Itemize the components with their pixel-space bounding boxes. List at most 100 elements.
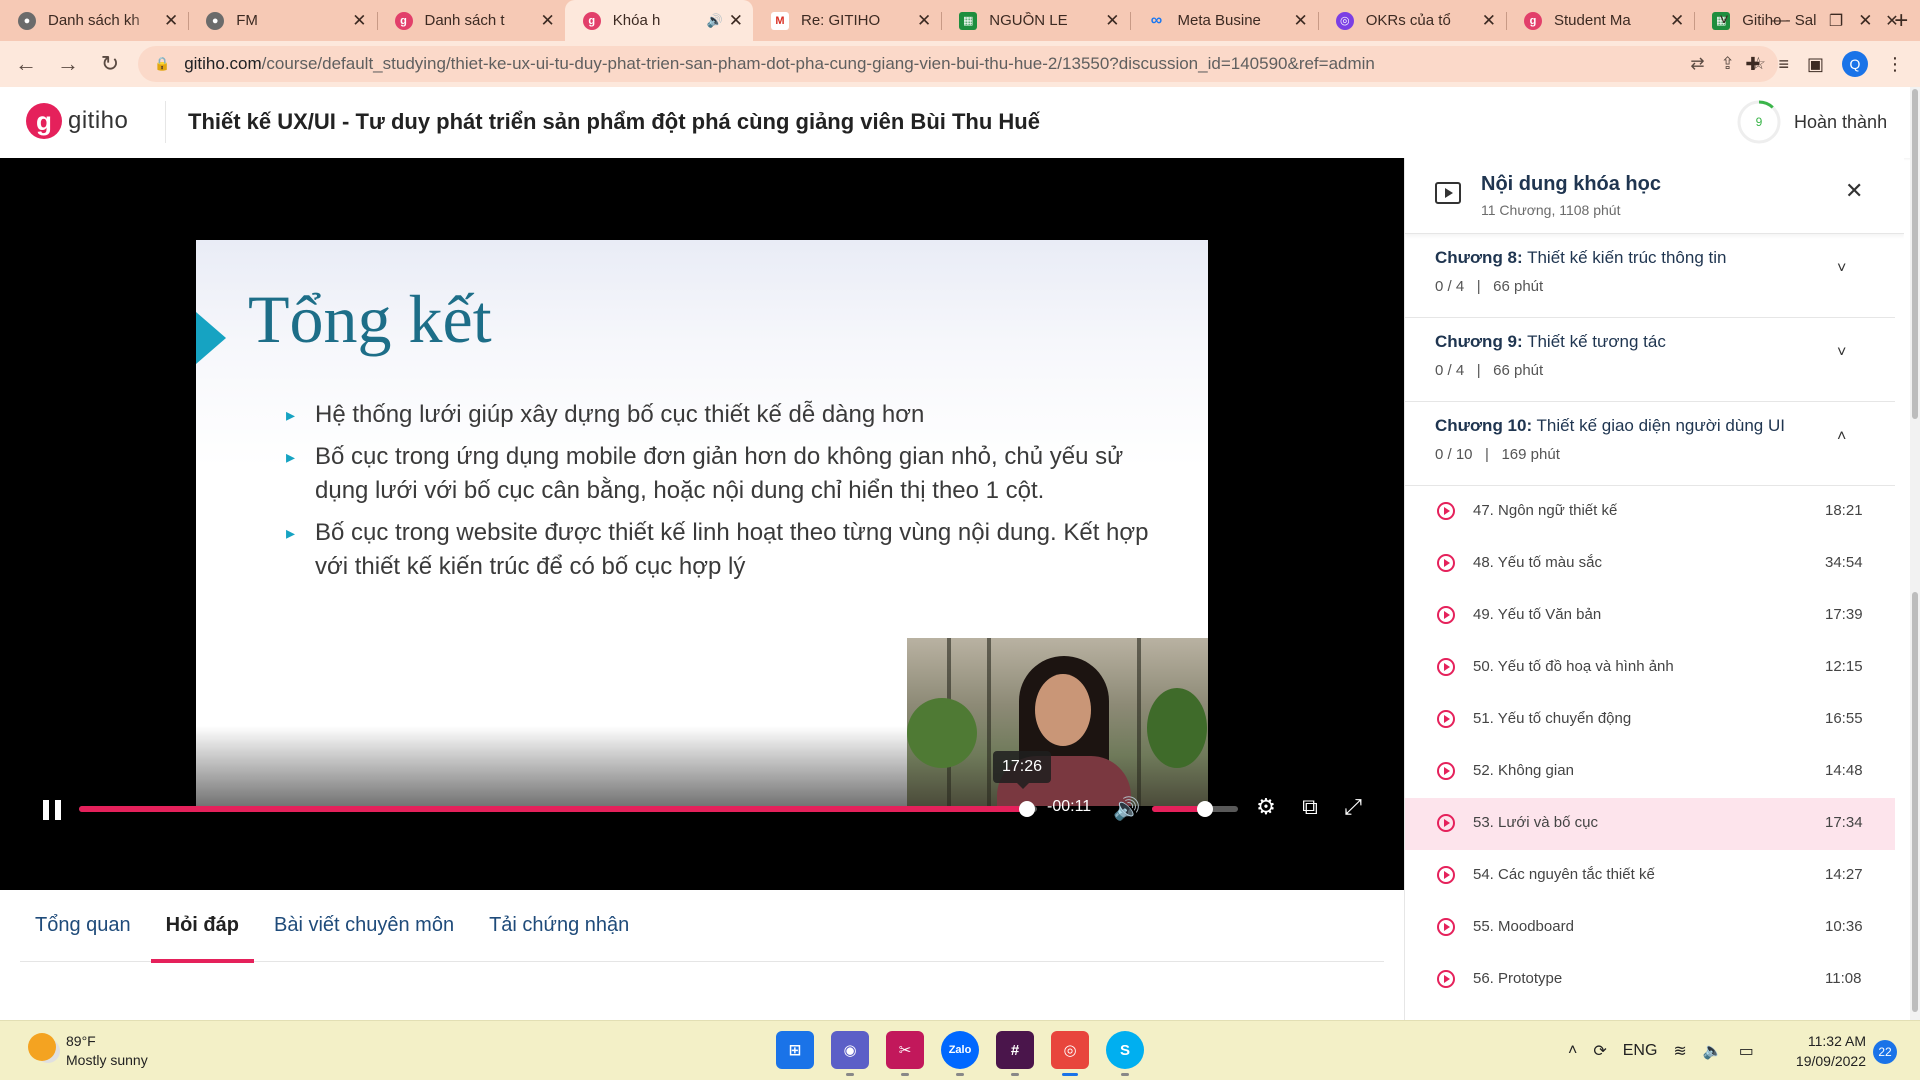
windows-start-icon[interactable]: ⊞: [776, 1031, 814, 1069]
settings-gear-icon[interactable]: ⚙: [1252, 793, 1280, 821]
browser-tab[interactable]: ● FM ✕: [188, 0, 376, 41]
battery-icon[interactable]: ▭: [1739, 1041, 1754, 1061]
browser-tab[interactable]: M Re: GITIHO ✕: [753, 0, 941, 41]
tab-close-icon[interactable]: ✕: [1482, 11, 1496, 31]
browser-tab[interactable]: ▦ NGUỒN LE ✕: [941, 0, 1129, 41]
chrome-icon[interactable]: ◎: [1051, 1031, 1089, 1076]
snipping-tool-icon[interactable]: ✂: [886, 1031, 924, 1076]
window-close-icon[interactable]: ✕: [1864, 0, 1920, 41]
wifi-icon[interactable]: ≋: [1673, 1041, 1686, 1061]
notification-badge[interactable]: 22: [1873, 1040, 1897, 1064]
forward-arrow-icon[interactable]: →: [48, 44, 88, 84]
address-bar[interactable]: 🔒 gitiho.com/course/default_studying/thi…: [138, 46, 1778, 82]
reload-icon[interactable]: ↻: [90, 44, 130, 84]
chapter-meta: 0 / 4 | 66 phút: [1435, 362, 1543, 379]
tab-title: Danh sách kh: [48, 12, 140, 29]
sidebar-scrollbar-thumb[interactable]: [1912, 592, 1918, 1012]
tab-download-certificate[interactable]: Tải chứng nhận: [474, 890, 644, 961]
browser-tab[interactable]: g Khóa h 🔊 ✕: [564, 0, 753, 41]
gitiho-logo[interactable]: g gitiho: [26, 103, 128, 139]
browser-tab[interactable]: g Danh sách t ✕: [376, 0, 565, 41]
logo-text: gitiho: [68, 107, 129, 134]
page-scrollbar[interactable]: [1910, 87, 1920, 1020]
video-player[interactable]: Tổng kết Hệ thống lưới giúp xây dựng bố …: [0, 158, 1404, 890]
speaker-icon[interactable]: 🔈: [1703, 1041, 1723, 1061]
pause-icon[interactable]: [41, 797, 63, 823]
lesson-title: 54. Các nguyên tắc thiết kế: [1473, 866, 1655, 883]
minimize-icon[interactable]: —: [1752, 0, 1808, 41]
fullscreen-icon[interactable]: ⤢: [1339, 793, 1367, 821]
lesson-item[interactable]: 55. Moodboard 10:36: [1405, 902, 1895, 954]
tab-title: FM: [236, 12, 258, 29]
chevron-up-icon[interactable]: ˄: [1837, 428, 1846, 446]
seek-bar[interactable]: [79, 801, 1037, 817]
course-progress-ring[interactable]: 9: [1736, 99, 1782, 145]
tab-close-icon[interactable]: ✕: [1294, 11, 1308, 31]
browser-tab[interactable]: ● Danh sách kh ✕: [0, 0, 188, 41]
app-label: ⊞: [788, 1042, 802, 1059]
chapter-9[interactable]: Chương 9: Thiết kế tương tác 0 / 4 | 66 …: [1405, 318, 1895, 402]
tab-overview[interactable]: Tổng quan: [20, 890, 146, 961]
browser-tab[interactable]: ∞ Meta Busine ✕: [1129, 0, 1318, 41]
extensions-puzzle-icon[interactable]: ✚: [1745, 54, 1760, 75]
tab-close-icon[interactable]: ✕: [917, 11, 931, 31]
chapter-name: Thiết kế tương tác: [1527, 332, 1666, 351]
tab-qa[interactable]: Hỏi đáp: [150, 890, 255, 963]
lesson-item[interactable]: 54. Các nguyên tắc thiết kế 14:27: [1405, 850, 1895, 902]
lesson-item[interactable]: 49. Yếu tố Văn bản 17:39: [1405, 590, 1895, 642]
browser-tab[interactable]: ◎ OKRs của tổ ✕: [1317, 0, 1506, 41]
tab-expert-articles[interactable]: Bài viết chuyên môn: [259, 890, 469, 961]
lesson-item[interactable]: 47. Ngôn ngữ thiết kế 18:21: [1405, 486, 1895, 538]
lesson-item[interactable]: 51. Yếu tố chuyển động 16:55: [1405, 694, 1895, 746]
profile-avatar[interactable]: Q: [1842, 51, 1868, 77]
chapter-duration: 66 phút: [1493, 278, 1544, 295]
chrome-menu-icon[interactable]: ⋮: [1886, 54, 1904, 75]
browser-tab[interactable]: g Student Ma ✕: [1506, 0, 1694, 41]
lock-icon[interactable]: 🔒: [154, 56, 170, 72]
chapter-10[interactable]: Chương 10: Thiết kế giao diện người dùng…: [1405, 402, 1895, 486]
side-panel-icon[interactable]: ▣: [1807, 54, 1824, 75]
running-indicator: [1011, 1073, 1019, 1076]
volume-slider[interactable]: [1152, 801, 1238, 817]
lesson-item[interactable]: 48. Yếu tố màu sắc 34:54: [1405, 538, 1895, 590]
skype-icon[interactable]: S: [1106, 1031, 1144, 1076]
volume-slider-handle[interactable]: [1197, 801, 1214, 817]
tab-close-icon[interactable]: ✕: [1105, 11, 1119, 31]
system-clock[interactable]: 11:32 AM 19/09/2022: [1786, 1031, 1866, 1071]
zalo-icon[interactable]: Zalo: [941, 1031, 979, 1076]
media-control-icon[interactable]: ≡: [1778, 54, 1789, 75]
lesson-item[interactable]: 53. Lưới và bố cục 17:34: [1405, 798, 1895, 850]
popout-icon[interactable]: ⧉: [1296, 793, 1324, 821]
chapter-number: Chương 10:: [1435, 416, 1533, 435]
sync-icon[interactable]: ⟳: [1593, 1041, 1606, 1061]
lesson-item[interactable]: 50. Yếu tố đồ hoạ và hình ảnh 12:15: [1405, 642, 1895, 694]
tab-audio-icon[interactable]: 🔊: [707, 13, 723, 29]
chevron-down-icon[interactable]: ˅: [1837, 260, 1846, 278]
chevron-down-icon[interactable]: ˅: [1837, 344, 1846, 362]
chevron-up-icon[interactable]: ˄: [1568, 1042, 1577, 1060]
lesson-item[interactable]: 56. Prototype 11:08: [1405, 954, 1895, 1006]
url-text[interactable]: gitiho.com/course/default_studying/thiet…: [184, 54, 1375, 74]
tab-close-icon[interactable]: ✕: [352, 11, 366, 31]
back-arrow-icon[interactable]: ←: [6, 44, 46, 84]
chapter-8[interactable]: Chương 8: Thiết kế kiến trúc thông tin 0…: [1405, 234, 1895, 318]
slide-arrow-decoration: [196, 312, 226, 364]
tab-close-icon[interactable]: ✕: [1670, 11, 1684, 31]
close-icon[interactable]: ✕: [1845, 178, 1863, 204]
tab-close-icon[interactable]: ✕: [541, 11, 555, 31]
translate-icon[interactable]: ⇄: [1690, 54, 1704, 74]
teams-chat-icon[interactable]: ◉: [831, 1031, 869, 1076]
slack-icon[interactable]: #: [996, 1031, 1034, 1076]
complete-label[interactable]: Hoàn thành: [1794, 112, 1887, 133]
tab-search-chevron-icon[interactable]: ˅: [1696, 0, 1752, 41]
lesson-item[interactable]: 52. Không gian 14:48: [1405, 746, 1895, 798]
tab-close-icon[interactable]: ✕: [164, 11, 178, 31]
input-language[interactable]: ENG: [1623, 1042, 1658, 1060]
share-icon[interactable]: ⇪: [1721, 54, 1735, 74]
seek-bar-handle[interactable]: [1019, 801, 1036, 817]
restore-icon[interactable]: ❐: [1808, 0, 1864, 41]
weather-widget[interactable]: 89°F Mostly sunny: [28, 1033, 148, 1068]
page-scrollbar-thumb[interactable]: [1912, 89, 1918, 419]
volume-icon[interactable]: 🔊: [1113, 796, 1140, 822]
tab-close-icon[interactable]: ✕: [729, 11, 743, 31]
